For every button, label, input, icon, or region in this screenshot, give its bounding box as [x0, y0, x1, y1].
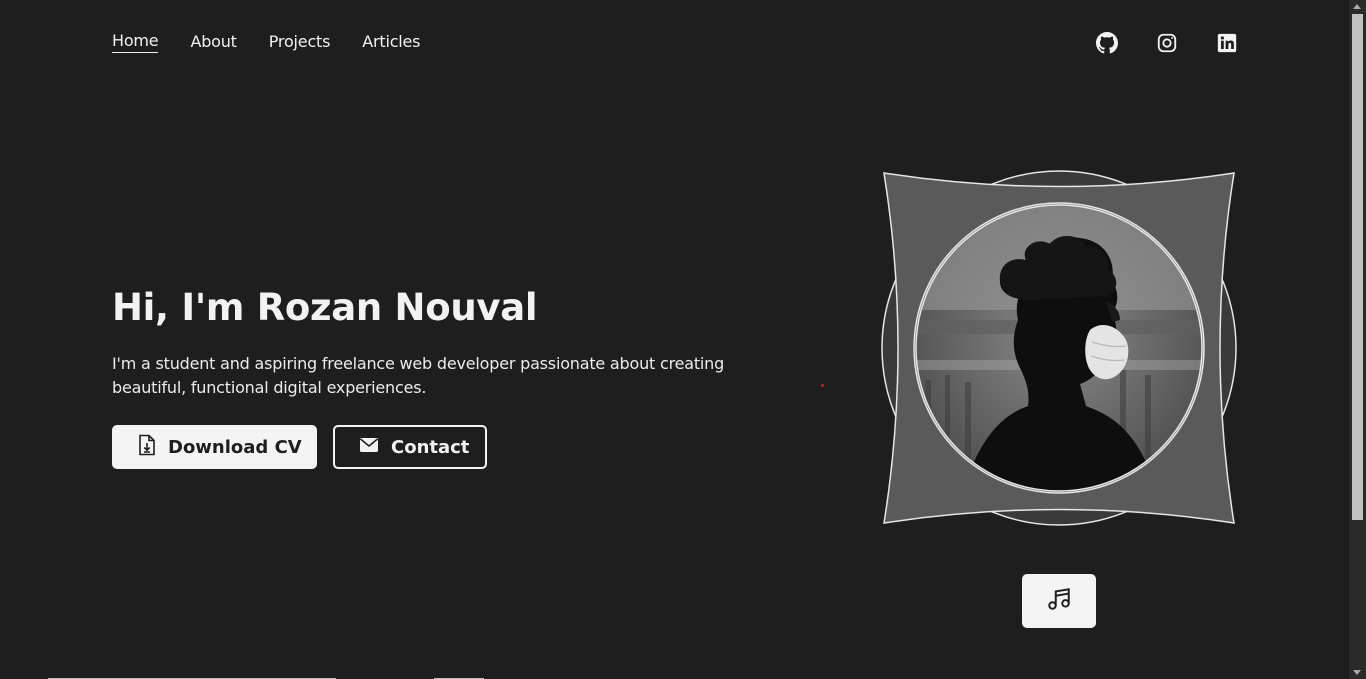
- contact-label: Contact: [391, 436, 470, 458]
- hero-description: I'm a student and aspiring freelance web…: [112, 354, 725, 397]
- envelope-icon: [359, 437, 379, 458]
- cursor-dot: [821, 384, 824, 387]
- music-note-icon: [1046, 586, 1072, 616]
- music-toggle-button[interactable]: [1022, 574, 1096, 628]
- nav-home[interactable]: Home: [112, 31, 159, 53]
- scrollbar-thumb[interactable]: [1352, 14, 1363, 520]
- nav-projects[interactable]: Projects: [269, 32, 331, 53]
- contact-button[interactable]: Contact: [333, 425, 487, 469]
- page-scrollbar[interactable]: [1349, 0, 1366, 679]
- profile-avatar: [880, 170, 1238, 526]
- hero-title: Hi, I'm Rozan Nouval: [112, 286, 538, 329]
- github-icon[interactable]: [1095, 31, 1119, 55]
- download-cv-label: Download CV: [168, 436, 302, 458]
- main-nav: Home About Projects Articles: [112, 31, 452, 53]
- page: Home About Projects Articles Hi, I'm Roz…: [0, 0, 1366, 679]
- download-cv-button[interactable]: Download CV: [112, 425, 317, 469]
- nav-articles[interactable]: Articles: [362, 32, 420, 53]
- linkedin-icon[interactable]: [1215, 31, 1239, 55]
- scroll-down-arrow-icon[interactable]: [1353, 670, 1361, 675]
- nav-about[interactable]: About: [190, 32, 237, 53]
- file-download-icon: [138, 434, 156, 461]
- scroll-up-arrow-icon[interactable]: [1353, 4, 1361, 9]
- instagram-icon[interactable]: [1155, 31, 1179, 55]
- hero-actions: Download CV Contact: [112, 425, 487, 469]
- social-links: [1095, 31, 1239, 55]
